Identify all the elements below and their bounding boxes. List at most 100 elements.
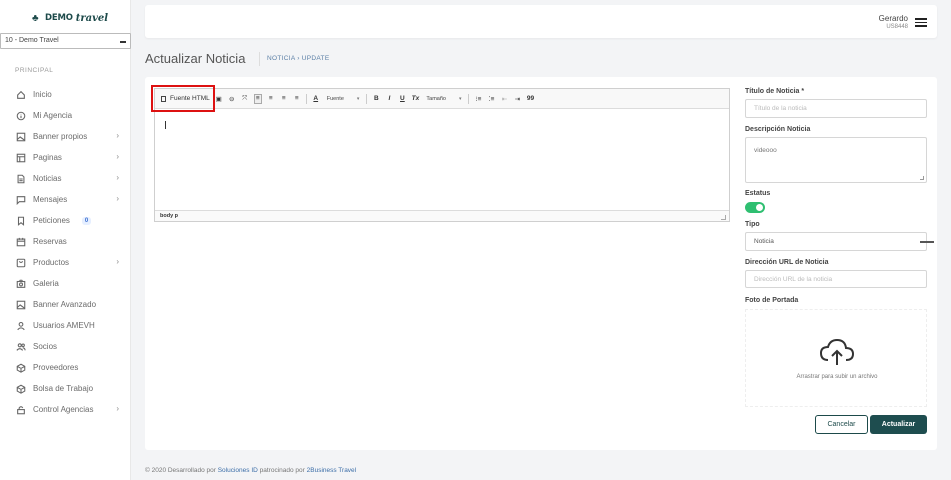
sidebar-item-label: Bolsa de Trabajo	[33, 384, 94, 393]
logo-brand: DEMO	[45, 13, 73, 23]
link-icon[interactable]: ⊖	[228, 94, 236, 104]
title-label: Título de Noticia *	[745, 88, 805, 95]
agency-select[interactable]: 10 - Demo Travel	[0, 33, 131, 49]
footer-link-2business[interactable]: 2Business Travel	[307, 467, 357, 474]
sidebar-item-label: Mi Agencia	[33, 111, 73, 120]
lock-icon	[15, 404, 26, 415]
sidebar-item-proveedores[interactable]: Proveedores	[0, 357, 131, 378]
footer-prefix: © 2020 Desarrollado por	[145, 467, 218, 474]
url-label: Dirección URL de Noticia	[745, 259, 829, 266]
cover-label: Foto de Portada	[745, 297, 799, 304]
sidebar-item-label: Noticias	[33, 174, 62, 183]
align-center-icon[interactable]: ≡	[267, 94, 275, 104]
image-icon[interactable]: ▣	[215, 94, 223, 104]
sidebar-item-label: Productos	[33, 258, 70, 267]
sidebar-item-galeria[interactable]: Galeria	[0, 273, 131, 294]
textarea-resize-icon[interactable]	[920, 176, 924, 180]
element-path: body p	[160, 213, 179, 219]
footer-link-soluciones-id[interactable]: Soluciones ID	[218, 467, 258, 474]
sidebar-item-peticiones[interactable]: Peticiones 0	[0, 210, 131, 231]
type-select[interactable]: Noticia	[745, 232, 927, 251]
cancel-button[interactable]: Cancelar	[815, 415, 868, 434]
status-toggle[interactable]	[745, 202, 765, 213]
topbar: Gerardo US8448	[145, 5, 937, 38]
chevron-right-icon: ›	[116, 173, 119, 182]
user-id: US8448	[886, 24, 908, 30]
description-label: Descripción Noticia	[745, 126, 811, 133]
toolbar-divider	[305, 93, 307, 104]
align-justify-icon[interactable]: ≡	[293, 94, 301, 104]
font-color-button[interactable]: A	[312, 94, 320, 104]
agency-select-value: 10 - Demo Travel	[5, 37, 59, 44]
sidebar-item-noticias[interactable]: Noticias ›	[0, 168, 131, 189]
sidebar-item-mi-agencia[interactable]: Mi Agencia	[0, 105, 131, 126]
sidebar-menu: Inicio Mi Agencia Banner propios › Pagin…	[0, 84, 131, 420]
cover-upload-dropzone[interactable]: Arrastrar para subir un archivo	[745, 309, 927, 407]
clear-format-button[interactable]: Tx	[411, 94, 420, 104]
title-placeholder: Título de la noticia	[754, 105, 807, 112]
italic-button[interactable]: I	[385, 94, 393, 104]
message-icon	[15, 194, 26, 205]
chevron-right-icon: ›	[116, 131, 119, 140]
logo[interactable]: ♣ DEMO travel	[32, 10, 122, 26]
ordered-list-icon[interactable]: ⁝≡	[474, 94, 482, 104]
calendar-icon	[15, 236, 26, 247]
select-arrow-icon	[920, 241, 934, 243]
editor-toolbar: Fuente HTML ▣ ⊖ ⤧ ≡ ≡ ≡ ≡ A Fuente ▾ B I…	[155, 89, 729, 109]
indent-icon[interactable]: ⇥	[513, 94, 521, 104]
sidebar-item-reservas[interactable]: Reservas	[0, 231, 131, 252]
resize-handle-icon[interactable]	[721, 215, 726, 220]
font-select[interactable]: Fuente ▾	[325, 96, 362, 102]
sidebar-item-inicio[interactable]: Inicio	[0, 84, 131, 105]
bold-button[interactable]: B	[372, 94, 380, 104]
description-textarea[interactable]: videooo	[745, 137, 927, 183]
align-left-icon[interactable]: ≡	[253, 93, 262, 104]
sidebar-item-label: Inicio	[33, 90, 52, 99]
rich-text-editor: Fuente HTML ▣ ⊖ ⤧ ≡ ≡ ≡ ≡ A Fuente ▾ B I…	[154, 88, 730, 222]
package-icon	[15, 362, 26, 373]
cloud-upload-icon	[819, 338, 855, 365]
peticiones-count-badge: 0	[81, 216, 92, 225]
chevron-down-icon: ▾	[458, 95, 462, 102]
sidebar-item-mensajes[interactable]: Mensajes ›	[0, 189, 131, 210]
sidebar-item-productos[interactable]: Productos ›	[0, 252, 131, 273]
sidebar-item-socios[interactable]: Socios	[0, 336, 131, 357]
sidebar-item-usuarios-amevh[interactable]: Usuarios AMEVH	[0, 315, 131, 336]
chevron-right-icon: ›	[116, 404, 119, 413]
chevron-down-icon: ▾	[356, 95, 360, 102]
sidebar-item-label: Reservas	[33, 237, 67, 246]
sidebar-item-label: Socios	[33, 342, 58, 351]
editor-statusbar: body p	[155, 210, 729, 221]
outdent-icon[interactable]: ⇤	[500, 94, 508, 104]
image-icon	[15, 299, 26, 310]
sidebar-item-control-agencias[interactable]: Control Agencias ›	[0, 399, 131, 420]
camera-icon	[15, 278, 26, 289]
unordered-list-icon[interactable]: ⁚≡	[487, 94, 495, 104]
blockquote-button[interactable]: 99	[526, 94, 534, 104]
sidebar-item-label: Usuarios AMEVH	[33, 321, 95, 330]
underline-button[interactable]: U	[398, 94, 406, 104]
maximize-icon[interactable]: ⤧	[241, 94, 249, 104]
sidebar-section-title: PRINCIPAL	[15, 67, 54, 74]
sidebar-item-banner-propios[interactable]: Banner propios ›	[0, 126, 131, 147]
select-arrow-icon	[120, 41, 126, 43]
footer-middle: patrocinado por	[257, 467, 307, 474]
sidebar-item-label: Proveedores	[33, 363, 79, 372]
sidebar-item-label: Control Agencias	[33, 405, 94, 414]
size-select[interactable]: Tamaño ▾	[424, 96, 463, 102]
breadcrumb[interactable]: NOTICIA › UPDATE	[267, 55, 329, 62]
align-right-icon[interactable]: ≡	[280, 94, 288, 104]
title-divider	[259, 52, 260, 66]
update-button[interactable]: Actualizar	[870, 415, 927, 434]
sidebar-item-banner-avanzado[interactable]: Banner Avanzado	[0, 294, 131, 315]
editor-content-area[interactable]	[155, 109, 729, 210]
sidebar-item-label: Banner Avanzado	[33, 300, 97, 309]
title-input[interactable]: Título de la noticia	[745, 99, 927, 118]
url-input[interactable]: Dirección URL de la noticia	[745, 270, 927, 288]
palm-logo-icon: ♣	[32, 12, 39, 24]
box-icon	[15, 257, 26, 268]
sidebar-item-paginas[interactable]: Paginas ›	[0, 147, 131, 168]
user-name[interactable]: Gerardo	[879, 14, 908, 23]
sidebar-item-bolsa-de-trabajo[interactable]: Bolsa de Trabajo	[0, 378, 131, 399]
menu-icon[interactable]	[915, 18, 927, 27]
